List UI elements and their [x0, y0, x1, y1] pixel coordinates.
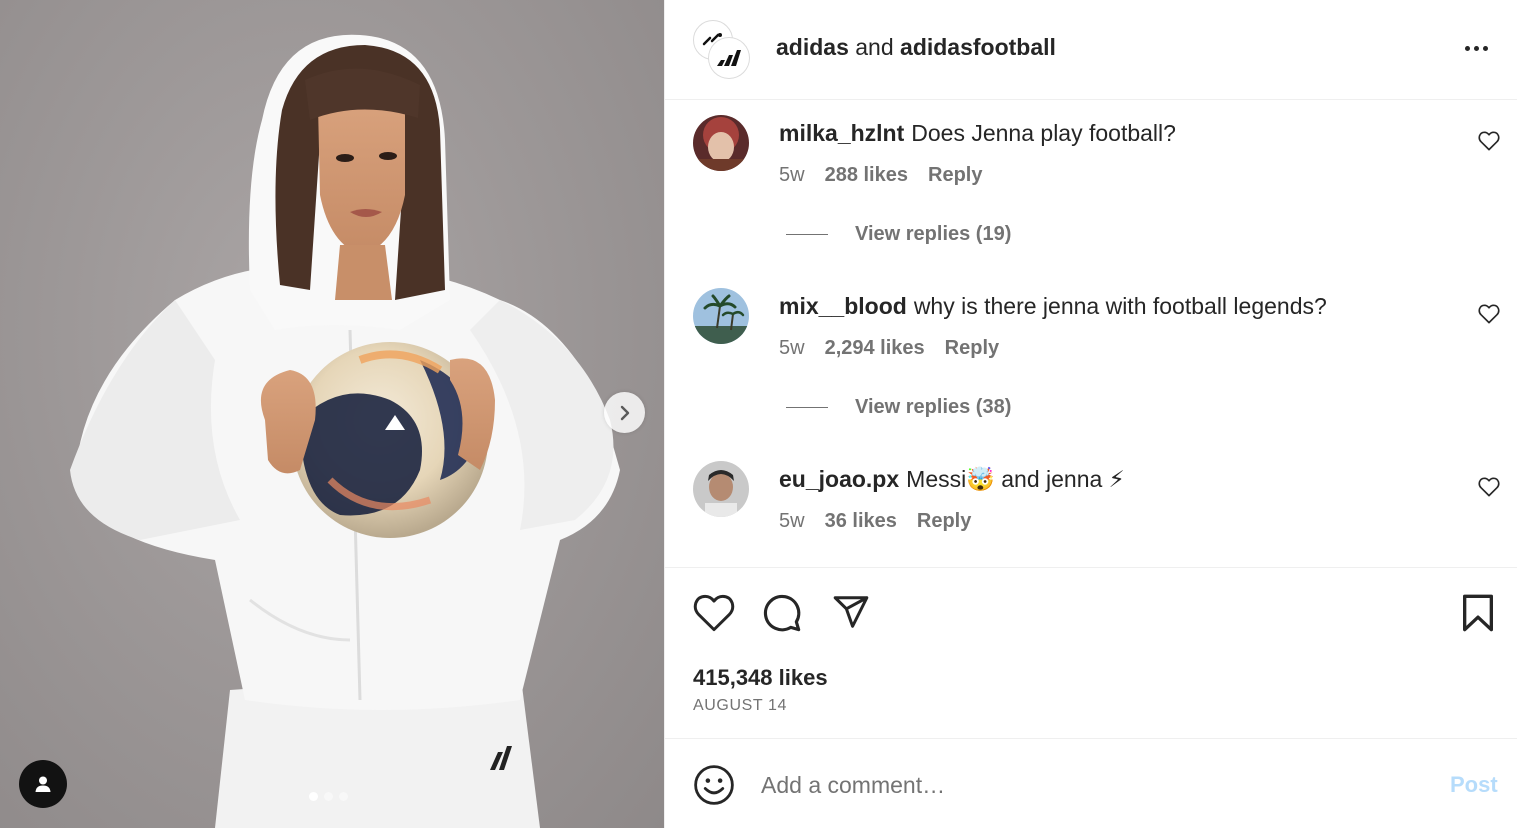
comment-text: eu_joao.px Messi🤯 and jenna ⚡	[779, 466, 1125, 493]
paper-plane-icon[interactable]	[831, 593, 871, 631]
view-replies-button[interactable]: View replies (19)	[786, 223, 1011, 246]
comment-meta: 5w 288 likes Reply	[779, 164, 982, 187]
comment-bubble-icon[interactable]	[762, 593, 802, 633]
author-joiner: and	[855, 34, 894, 60]
comment-body: why is there jenna with football legends…	[913, 293, 1327, 319]
slide-dot	[339, 792, 348, 801]
comment-item: mix__blood why is there jenna with footba…	[693, 288, 1500, 368]
reply-button[interactable]: Reply	[917, 510, 971, 533]
avatar[interactable]	[693, 461, 749, 517]
comments-list: milka_hzlnt Does Jenna play football? 5w …	[665, 101, 1517, 567]
slide-indicator	[309, 792, 348, 801]
heart-icon[interactable]	[693, 593, 735, 633]
slide-dot	[309, 792, 318, 801]
post-media[interactable]	[0, 0, 664, 828]
comment-item: eu_joao.px Messi🤯 and jenna ⚡ 5w 36 likes…	[693, 461, 1500, 541]
avatar[interactable]	[693, 288, 749, 344]
more-dots-icon	[1464, 45, 1470, 51]
adidas-logo-icon	[717, 50, 741, 66]
comment-username[interactable]: mix__blood	[779, 293, 907, 319]
comment-body: Does Jenna play football?	[911, 120, 1176, 146]
comment-likes[interactable]: 2,294 likes	[825, 337, 925, 360]
heart-icon[interactable]	[1478, 131, 1500, 151]
comment-item: milka_hzlnt Does Jenna play football? 5w …	[693, 115, 1500, 195]
comment-likes[interactable]: 288 likes	[825, 164, 908, 187]
more-dots-icon	[1482, 45, 1488, 51]
more-dots-icon	[1473, 45, 1479, 51]
commenter-photo	[693, 288, 749, 344]
author-avatars[interactable]	[693, 20, 751, 78]
author-secondary-link[interactable]: adidasfootball	[900, 34, 1056, 60]
bookmark-icon[interactable]	[1461, 593, 1495, 633]
comment-text: milka_hzlnt Does Jenna play football?	[779, 120, 1176, 147]
comment-age: 5w	[779, 337, 805, 359]
reply-button[interactable]: Reply	[928, 164, 982, 187]
comment-age: 5w	[779, 164, 805, 186]
heart-icon[interactable]	[1478, 477, 1500, 497]
post-date: AUGUST 14	[693, 697, 788, 714]
comment-meta: 5w 2,294 likes Reply	[779, 337, 999, 360]
comment-body: Messi🤯 and jenna ⚡	[906, 466, 1125, 492]
post-likes-count[interactable]: 415,348 likes	[693, 665, 828, 691]
commenter-photo	[693, 115, 749, 171]
comment-input[interactable]	[761, 765, 1421, 805]
commenter-photo	[693, 461, 749, 517]
view-replies-label: View replies (19)	[855, 223, 1012, 245]
post-photo	[70, 34, 620, 828]
post-authors: adidas and adidasfootball	[776, 34, 1056, 61]
comment-text: mix__blood why is there jenna with footba…	[779, 293, 1327, 320]
avatar[interactable]	[693, 115, 749, 171]
chevron-right-icon	[620, 405, 629, 420]
heart-icon[interactable]	[1478, 304, 1500, 324]
reply-button[interactable]: Reply	[945, 337, 999, 360]
more-options-button[interactable]	[1461, 36, 1491, 60]
comment-meta: 5w 36 likes Reply	[779, 510, 971, 533]
tagged-users-button[interactable]	[19, 760, 67, 808]
comment-username[interactable]: eu_joao.px	[779, 466, 899, 492]
comment-likes[interactable]: 36 likes	[825, 510, 897, 533]
next-slide-button[interactable]	[604, 392, 645, 433]
comment-age: 5w	[779, 510, 805, 532]
add-comment-bar: Post	[665, 738, 1517, 828]
post-header: adidas and adidasfootball	[665, 0, 1517, 100]
smiley-icon[interactable]	[693, 764, 735, 806]
author-primary-link[interactable]: adidas	[776, 34, 849, 60]
user-tag-icon	[35, 776, 51, 792]
view-replies-button[interactable]: View replies (38)	[786, 396, 1011, 419]
post-panel: adidas and adidasfootball milka_hzlnt Doe…	[664, 0, 1517, 828]
view-replies-label: View replies (38)	[855, 396, 1012, 418]
post-actions: 415,348 likes AUGUST 14	[665, 567, 1517, 738]
avatar	[709, 38, 749, 78]
divider-line	[786, 234, 828, 235]
slide-dot	[324, 792, 333, 801]
comment-username[interactable]: milka_hzlnt	[779, 120, 904, 146]
post-comment-button[interactable]: Post	[1450, 772, 1498, 798]
divider-line	[786, 407, 828, 408]
